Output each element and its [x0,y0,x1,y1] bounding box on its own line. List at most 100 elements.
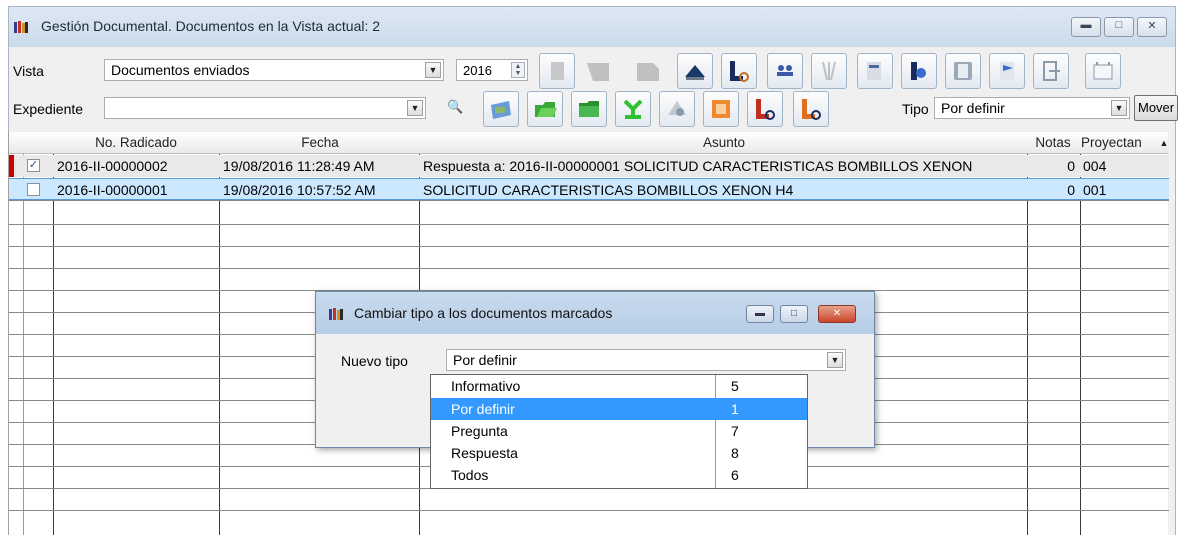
row-divider [9,510,1169,511]
dropdown-option[interactable]: Informativo 5 [431,375,807,397]
option-name: Informativo [451,378,521,394]
spin-arrows-icon[interactable]: ▲ ▼ [511,62,525,78]
move-button[interactable] [659,91,695,127]
option-name: Todos [451,467,489,483]
open-folder-button[interactable] [527,91,563,127]
books-icon [954,62,972,80]
books-button[interactable] [945,53,981,89]
col-proyectan[interactable]: Proyectan [1081,135,1157,150]
cell-notas: 0 [1067,158,1075,174]
dialog-title-bar: Cambiar tipo a los documentos marcados ▬… [316,292,874,334]
dialog-title: Cambiar tipo a los documentos marcados [354,305,613,321]
option-value: 6 [731,467,739,483]
dropdown-option[interactable]: Respuesta 8 [431,442,807,464]
close-button[interactable]: ✕ [1137,17,1167,37]
reply-button[interactable] [579,53,615,89]
print-button[interactable] [857,53,893,89]
col-fecha[interactable]: Fecha [221,135,419,150]
dialog-restore-button[interactable]: □ [780,305,808,323]
search-doc-red-button[interactable] [747,91,783,127]
document-icon [551,62,564,80]
document-search-orange-icon [802,99,821,120]
col-divider [1080,154,1081,535]
table-row[interactable]: 2016-II-00000001 19/08/2016 10:57:52 AM … [9,178,1169,200]
search-document-button[interactable] [721,53,757,89]
mover-button[interactable]: Mover [1134,95,1179,121]
expediente-combo[interactable]: ▼ [104,97,426,119]
document-search-icon [730,61,749,82]
open-folder-icon [535,102,557,117]
vista-value: Documentos enviados [111,62,250,78]
chevron-down-icon[interactable]: ▼ [1111,100,1127,116]
chevron-down-icon[interactable]: ▼ [425,62,441,78]
dropdown-option[interactable]: Pregunta 7 [431,420,807,442]
row-divider [9,200,1169,201]
table-row[interactable]: ✓ 2016-II-00000002 19/08/2016 11:28:49 A… [9,155,1169,177]
book-button[interactable] [677,53,713,89]
folder-map-button[interactable] [483,91,519,127]
col-divider [23,154,24,535]
cell-proyectan: 004 [1083,158,1107,174]
option-value: 5 [731,378,739,394]
col-divider [1027,154,1028,535]
cell-radicado: 2016-II-00000002 [57,158,168,174]
search-doc-orange-button[interactable] [793,91,829,127]
restore-button[interactable]: □ [1104,17,1134,37]
year-value: 2016 [463,63,492,78]
year-spinner[interactable]: 2016 ▲ ▼ [456,59,528,81]
nuevo-tipo-combo[interactable]: Por definir ▼ [446,349,846,371]
binoculars-icon[interactable]: 🔍 [447,99,463,115]
orange-document-icon [712,100,730,118]
tipo-combo[interactable]: Por definir ▼ [934,97,1130,119]
orange-doc-button[interactable] [703,91,739,127]
new-document-button[interactable] [539,53,575,89]
toolbar-area: Vista Documentos enviados ▼ 2016 ▲ ▼ Expe… [9,47,1179,129]
col-notas[interactable]: Notas [1027,135,1079,150]
app-icon [14,21,28,33]
grid-header: No. Radicado Fecha Asunto Notas Proyecta… [9,132,1168,154]
option-name: Por definir [451,401,515,417]
chevron-down-icon[interactable]: ▼ [827,352,843,368]
row-divider [9,246,1169,247]
chevron-down-icon[interactable]: ▼ [407,100,423,116]
window-title: Gestión Documental. Documentos en la Vis… [41,18,381,34]
scroll-up-icon[interactable]: ▲ [1159,138,1169,148]
option-name: Respuesta [451,445,518,461]
dialog-close-button[interactable]: ✕ [818,305,856,323]
row-checkbox[interactable] [27,183,40,196]
cell-asunto: Respuesta a: 2016-II-00000001 SOLICITUD … [423,158,973,174]
vista-label: Vista [13,63,44,79]
flag-icon [1000,62,1014,80]
option-value: 7 [731,423,739,439]
export-button[interactable] [1033,53,1069,89]
col-asunto[interactable]: Asunto [421,135,1027,150]
tree-button[interactable] [615,91,651,127]
col-radicado[interactable]: No. Radicado [53,135,219,150]
reply-icon [587,63,609,81]
dialog-minimize-button[interactable]: ▬ [746,305,774,323]
cell-asunto: SOLICITUD CARACTERISTICAS BOMBILLOS XENO… [423,182,794,198]
tree-icon [623,99,643,119]
col-divider [53,154,54,535]
tools-button[interactable] [811,53,847,89]
tipo-dropdown-list: Informativo 5 Por definir 1 Pregunta 7 R… [430,374,808,489]
calendar-button[interactable] [1085,53,1121,89]
nuevo-tipo-label: Nuevo tipo [341,353,408,369]
dropdown-option-selected[interactable]: Por definir 1 [431,398,807,420]
row-divider [9,268,1169,269]
row-divider [9,224,1169,225]
flag-button[interactable] [989,53,1025,89]
dropdown-option[interactable]: Todos 6 [431,464,807,486]
row-checkbox[interactable]: ✓ [27,159,40,172]
preview-button[interactable] [901,53,937,89]
cell-fecha: 19/08/2016 10:57:52 AM [223,182,376,198]
minimize-button[interactable]: ▬ [1071,17,1101,37]
option-value: 8 [731,445,739,461]
restore-icon: □ [1115,19,1123,31]
users-button[interactable] [767,53,803,89]
forward-button[interactable] [629,53,665,89]
magnify-document-icon [911,62,926,80]
col-divider [219,154,220,535]
folder-button[interactable] [571,91,607,127]
vista-combo[interactable]: Documentos enviados ▼ [104,59,444,81]
